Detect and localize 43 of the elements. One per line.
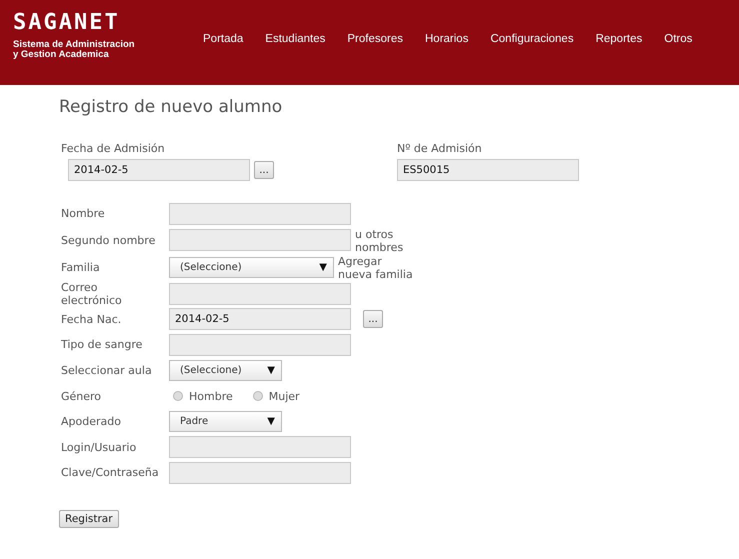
field-label: Clave/Contraseña (61, 466, 160, 480)
field-label: Tipo de sangre (61, 338, 144, 352)
dropdown[interactable]: (Seleccione) ▼ (169, 256, 334, 278)
field-label: Segundo nombre (61, 234, 156, 247)
nav-link[interactable]: Profesores (347, 33, 403, 45)
admission-number-field[interactable]: ES50015 (397, 159, 579, 181)
radio-option[interactable]: Mujer (252, 390, 300, 403)
field-label: Login/Usuario (61, 440, 138, 454)
text-field[interactable] (169, 462, 351, 484)
dropdown[interactable]: Padre ▼ (169, 411, 282, 432)
date-picker-button[interactable]: ... (363, 310, 383, 328)
logo-text: SAGANET (13, 10, 121, 36)
nav-link[interactable]: Reportes (596, 33, 642, 45)
text-field[interactable] (169, 229, 351, 252)
field-note: Agregar nueva familia (338, 254, 414, 281)
field-label: Apoderado (61, 415, 122, 428)
page-title: Registro de nuevo alumno (59, 96, 284, 118)
nav-link[interactable]: Horarios (425, 33, 468, 45)
field-label: Nº de Admisión (397, 142, 483, 156)
logo-subtitle: y Gestion Academica (13, 50, 110, 60)
field-label: Fecha Nac. (61, 312, 122, 326)
nav-link[interactable]: Estudiantes (265, 33, 326, 45)
text-field[interactable] (169, 282, 351, 305)
text-field[interactable] (169, 436, 351, 458)
field-label: Nombre (61, 207, 106, 220)
register-button[interactable]: Registrar (59, 510, 119, 528)
nav-link[interactable]: Configuraciones (490, 33, 574, 45)
field-note: u otros nombres (355, 228, 404, 254)
field-label: Seleccionar aula (61, 364, 153, 378)
date-field[interactable]: 2014-02-5 (68, 159, 250, 181)
field-label: Fecha de Admisión (61, 142, 166, 156)
nav-link[interactable]: Portada (203, 33, 244, 45)
field-label: Género (61, 390, 102, 403)
text-field[interactable] (169, 202, 351, 225)
dropdown[interactable]: (Seleccione) ▼ (169, 360, 282, 382)
radio-option[interactable]: Hombre (173, 390, 233, 403)
text-field[interactable] (169, 334, 351, 356)
date-field[interactable]: 2014-02-5 (169, 308, 351, 330)
nav-link[interactable]: Otros (664, 33, 692, 45)
field-label: Familia (61, 260, 101, 274)
field-label: Correo electrónico (61, 280, 123, 307)
logo-subtitle: Sistema de Administracion (13, 40, 136, 50)
date-picker-button[interactable]: ... (254, 161, 274, 179)
